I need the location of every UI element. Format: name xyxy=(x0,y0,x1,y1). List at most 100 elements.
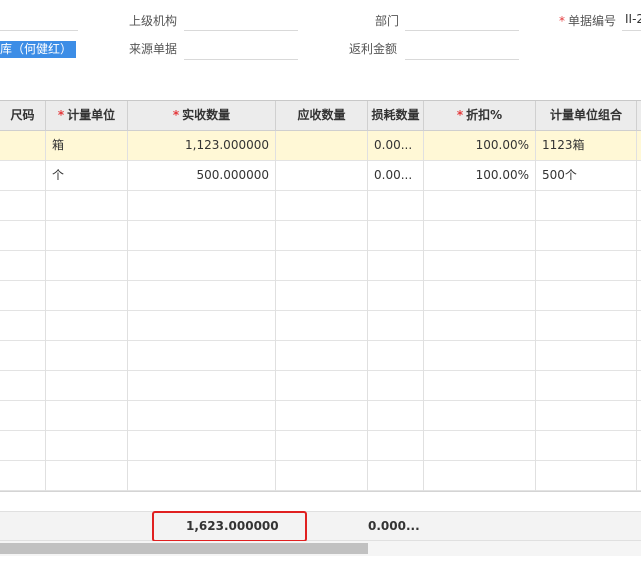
empty-cell[interactable] xyxy=(368,311,424,341)
empty-cell[interactable] xyxy=(276,221,368,251)
cell-unit-combo[interactable]: 500个 xyxy=(536,161,637,191)
empty-cell[interactable] xyxy=(276,431,368,461)
empty-cell[interactable] xyxy=(424,341,536,371)
empty-cell[interactable] xyxy=(536,341,637,371)
empty-cell[interactable] xyxy=(128,221,276,251)
cell-unit-combo[interactable]: 1123箱 xyxy=(536,131,637,161)
empty-cell[interactable] xyxy=(46,251,128,281)
empty-cell[interactable] xyxy=(276,371,368,401)
col-header-size[interactable]: 尺码 xyxy=(0,101,46,131)
empty-row[interactable] xyxy=(0,251,641,281)
empty-cell[interactable] xyxy=(536,431,637,461)
empty-cell[interactable] xyxy=(536,191,637,221)
empty-cell[interactable] xyxy=(276,461,368,491)
empty-cell[interactable] xyxy=(368,431,424,461)
empty-cell[interactable] xyxy=(128,281,276,311)
empty-cell[interactable] xyxy=(46,191,128,221)
empty-cell[interactable] xyxy=(128,371,276,401)
empty-cell[interactable] xyxy=(46,371,128,401)
empty-cell[interactable] xyxy=(46,311,128,341)
empty-cell[interactable] xyxy=(0,311,46,341)
empty-cell[interactable] xyxy=(424,401,536,431)
empty-cell[interactable] xyxy=(424,221,536,251)
empty-cell[interactable] xyxy=(276,401,368,431)
cell-loss-qty[interactable]: 0.00... xyxy=(368,161,424,191)
empty-cell[interactable] xyxy=(46,281,128,311)
empty-cell[interactable] xyxy=(536,281,637,311)
empty-cell[interactable] xyxy=(536,311,637,341)
cell-discount[interactable]: 100.00% xyxy=(424,131,536,161)
empty-cell[interactable] xyxy=(0,371,46,401)
cell-unit[interactable]: 个 xyxy=(46,161,128,191)
empty-cell[interactable] xyxy=(536,371,637,401)
empty-cell[interactable] xyxy=(368,281,424,311)
empty-row[interactable] xyxy=(0,371,641,401)
parent-org-field[interactable] xyxy=(184,7,298,31)
empty-cell[interactable] xyxy=(128,401,276,431)
rebate-amount-field[interactable] xyxy=(405,36,519,60)
table-row[interactable]: 个 500.000000 0.00... 100.00% 500个 xyxy=(0,161,641,191)
department-field[interactable] xyxy=(405,7,519,31)
empty-cell[interactable] xyxy=(368,461,424,491)
scrollbar-thumb[interactable] xyxy=(0,543,368,554)
empty-cell[interactable] xyxy=(0,221,46,251)
empty-cell[interactable] xyxy=(128,251,276,281)
empty-cell[interactable] xyxy=(128,191,276,221)
cell-unit[interactable]: 箱 xyxy=(46,131,128,161)
empty-cell[interactable] xyxy=(276,191,368,221)
empty-cell[interactable] xyxy=(368,191,424,221)
empty-cell[interactable] xyxy=(46,431,128,461)
table-row[interactable]: 箱 1,123.000000 0.00... 100.00% 1123箱 xyxy=(0,131,641,161)
empty-cell[interactable] xyxy=(536,401,637,431)
col-header-loss-qty[interactable]: 损耗数量 xyxy=(368,101,424,131)
warehouse-field[interactable]: 库（何健红） xyxy=(0,35,78,59)
empty-row[interactable] xyxy=(0,431,641,461)
empty-cell[interactable] xyxy=(276,251,368,281)
empty-row[interactable] xyxy=(0,341,641,371)
col-header-unit-combo[interactable]: 计量单位组合 xyxy=(536,101,637,131)
empty-cell[interactable] xyxy=(276,341,368,371)
empty-cell[interactable] xyxy=(0,401,46,431)
empty-row[interactable] xyxy=(0,191,641,221)
cell-expected-qty[interactable] xyxy=(276,161,368,191)
empty-cell[interactable] xyxy=(128,461,276,491)
empty-row[interactable] xyxy=(0,221,641,251)
empty-cell[interactable] xyxy=(424,281,536,311)
empty-cell[interactable] xyxy=(536,461,637,491)
empty-row[interactable] xyxy=(0,281,641,311)
empty-cell[interactable] xyxy=(276,311,368,341)
empty-cell[interactable] xyxy=(0,251,46,281)
cell-size[interactable] xyxy=(0,131,46,161)
empty-cell[interactable] xyxy=(536,221,637,251)
empty-cell[interactable] xyxy=(368,401,424,431)
cell-received-qty[interactable]: 1,123.000000 xyxy=(128,131,276,161)
horizontal-scrollbar[interactable] xyxy=(0,541,641,556)
cell-expected-qty[interactable] xyxy=(276,131,368,161)
empty-cell[interactable] xyxy=(0,461,46,491)
cell-loss-qty[interactable]: 0.00... xyxy=(368,131,424,161)
empty-cell[interactable] xyxy=(128,341,276,371)
empty-cell[interactable] xyxy=(0,191,46,221)
unnamed-field-left[interactable] xyxy=(0,7,78,31)
empty-cell[interactable] xyxy=(368,251,424,281)
empty-cell[interactable] xyxy=(128,311,276,341)
col-header-discount[interactable]: * 折扣% xyxy=(424,101,536,131)
empty-cell[interactable] xyxy=(0,281,46,311)
empty-cell[interactable] xyxy=(424,371,536,401)
cell-discount[interactable]: 100.00% xyxy=(424,161,536,191)
doc-no-field[interactable]: II-2 xyxy=(622,7,641,31)
empty-cell[interactable] xyxy=(276,281,368,311)
empty-row[interactable] xyxy=(0,461,641,491)
empty-cell[interactable] xyxy=(0,341,46,371)
empty-cell[interactable] xyxy=(368,371,424,401)
empty-row[interactable] xyxy=(0,311,641,341)
empty-cell[interactable] xyxy=(424,191,536,221)
empty-cell[interactable] xyxy=(424,461,536,491)
cell-received-qty[interactable]: 500.000000 xyxy=(128,161,276,191)
col-header-expected-qty[interactable]: 应收数量 xyxy=(276,101,368,131)
col-header-unit[interactable]: * 计量单位 xyxy=(46,101,128,131)
cell-size[interactable] xyxy=(0,161,46,191)
col-header-received-qty[interactable]: * 实收数量 xyxy=(128,101,276,131)
empty-row[interactable] xyxy=(0,401,641,431)
source-doc-field[interactable] xyxy=(184,36,298,60)
